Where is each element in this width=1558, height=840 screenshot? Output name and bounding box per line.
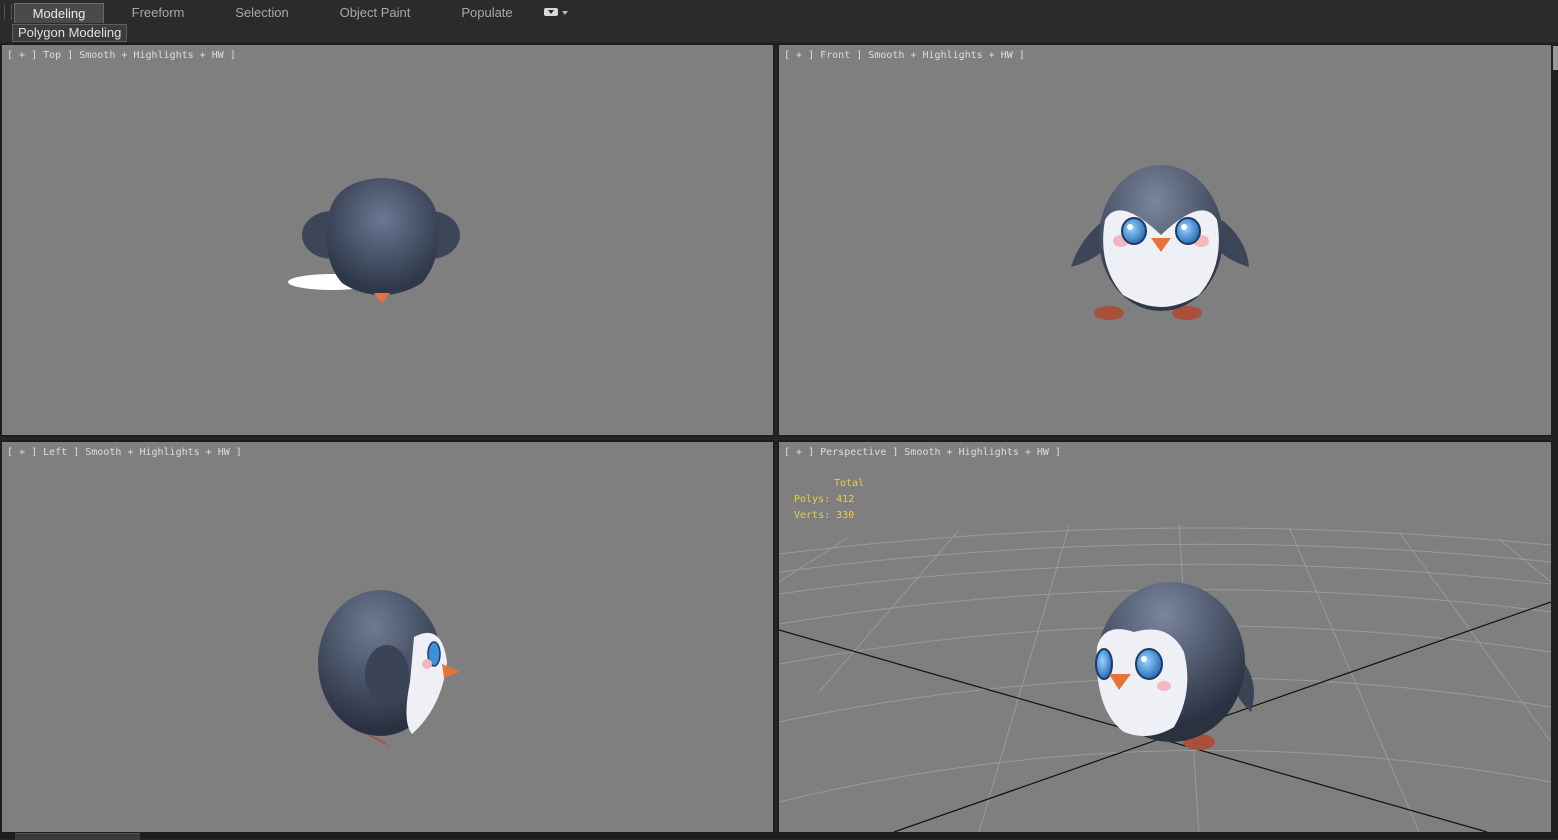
penguin-cheek-shape xyxy=(422,659,432,669)
chevron-down-icon[interactable] xyxy=(562,11,568,15)
penguin-top-view xyxy=(288,178,460,303)
tab-selection[interactable]: Selection xyxy=(222,3,302,22)
perspective-scene xyxy=(779,523,1551,832)
penguin-right-eye-shape xyxy=(1175,217,1201,245)
ribbon-grip[interactable] xyxy=(4,4,12,20)
viewport-left[interactable]: [ + ] Left ] Smooth + Highlights + HW ] xyxy=(0,440,775,834)
right-scrollbar[interactable] xyxy=(1553,42,1558,839)
penguin-front-view xyxy=(1071,165,1249,320)
tab-populate[interactable]: Populate xyxy=(450,3,524,22)
penguin-beak-shape xyxy=(442,664,460,678)
ribbon-tab-bar: Modeling Freeform Selection Object Paint… xyxy=(0,0,1558,24)
penguin-flipper-shape xyxy=(365,645,409,705)
tab-object-paint[interactable]: Object Paint xyxy=(330,3,420,22)
penguin-right-eye-highlight xyxy=(1181,224,1187,230)
viewport-front[interactable]: [ + ] Front ] Smooth + Highlights + HW ] xyxy=(777,43,1553,437)
penguin-left-eye-highlight xyxy=(1127,224,1133,230)
right-scrollbar-thumb[interactable] xyxy=(1553,46,1558,70)
penguin-cheek-shape xyxy=(1157,681,1171,691)
ribbon-options-icon[interactable] xyxy=(544,8,558,16)
penguin-head-shape xyxy=(326,178,439,295)
penguin-beak-shape xyxy=(374,293,390,303)
ribbon-panel-bar: Polygon Modeling xyxy=(0,23,1558,42)
penguin-left-view xyxy=(318,590,460,747)
tab-freeform[interactable]: Freeform xyxy=(118,3,198,22)
viewport-perspective[interactable]: [ + ] Perspective ] Smooth + Highlights … xyxy=(777,440,1553,834)
penguin-left-eye-shape xyxy=(1121,217,1147,245)
penguin-belly-shape xyxy=(1096,629,1188,736)
penguin-left-foot-shape xyxy=(1094,306,1124,320)
bottom-status-strip xyxy=(0,832,1558,839)
polygon-modeling-panel-button[interactable]: Polygon Modeling xyxy=(12,24,128,42)
penguin-eye-highlight xyxy=(1141,656,1147,662)
tab-modeling[interactable]: Modeling xyxy=(14,3,104,23)
penguin-right-eye-shape xyxy=(1135,648,1163,680)
viewport-top[interactable]: [ + ] Top ] Smooth + Highlights + HW ] xyxy=(0,43,775,437)
